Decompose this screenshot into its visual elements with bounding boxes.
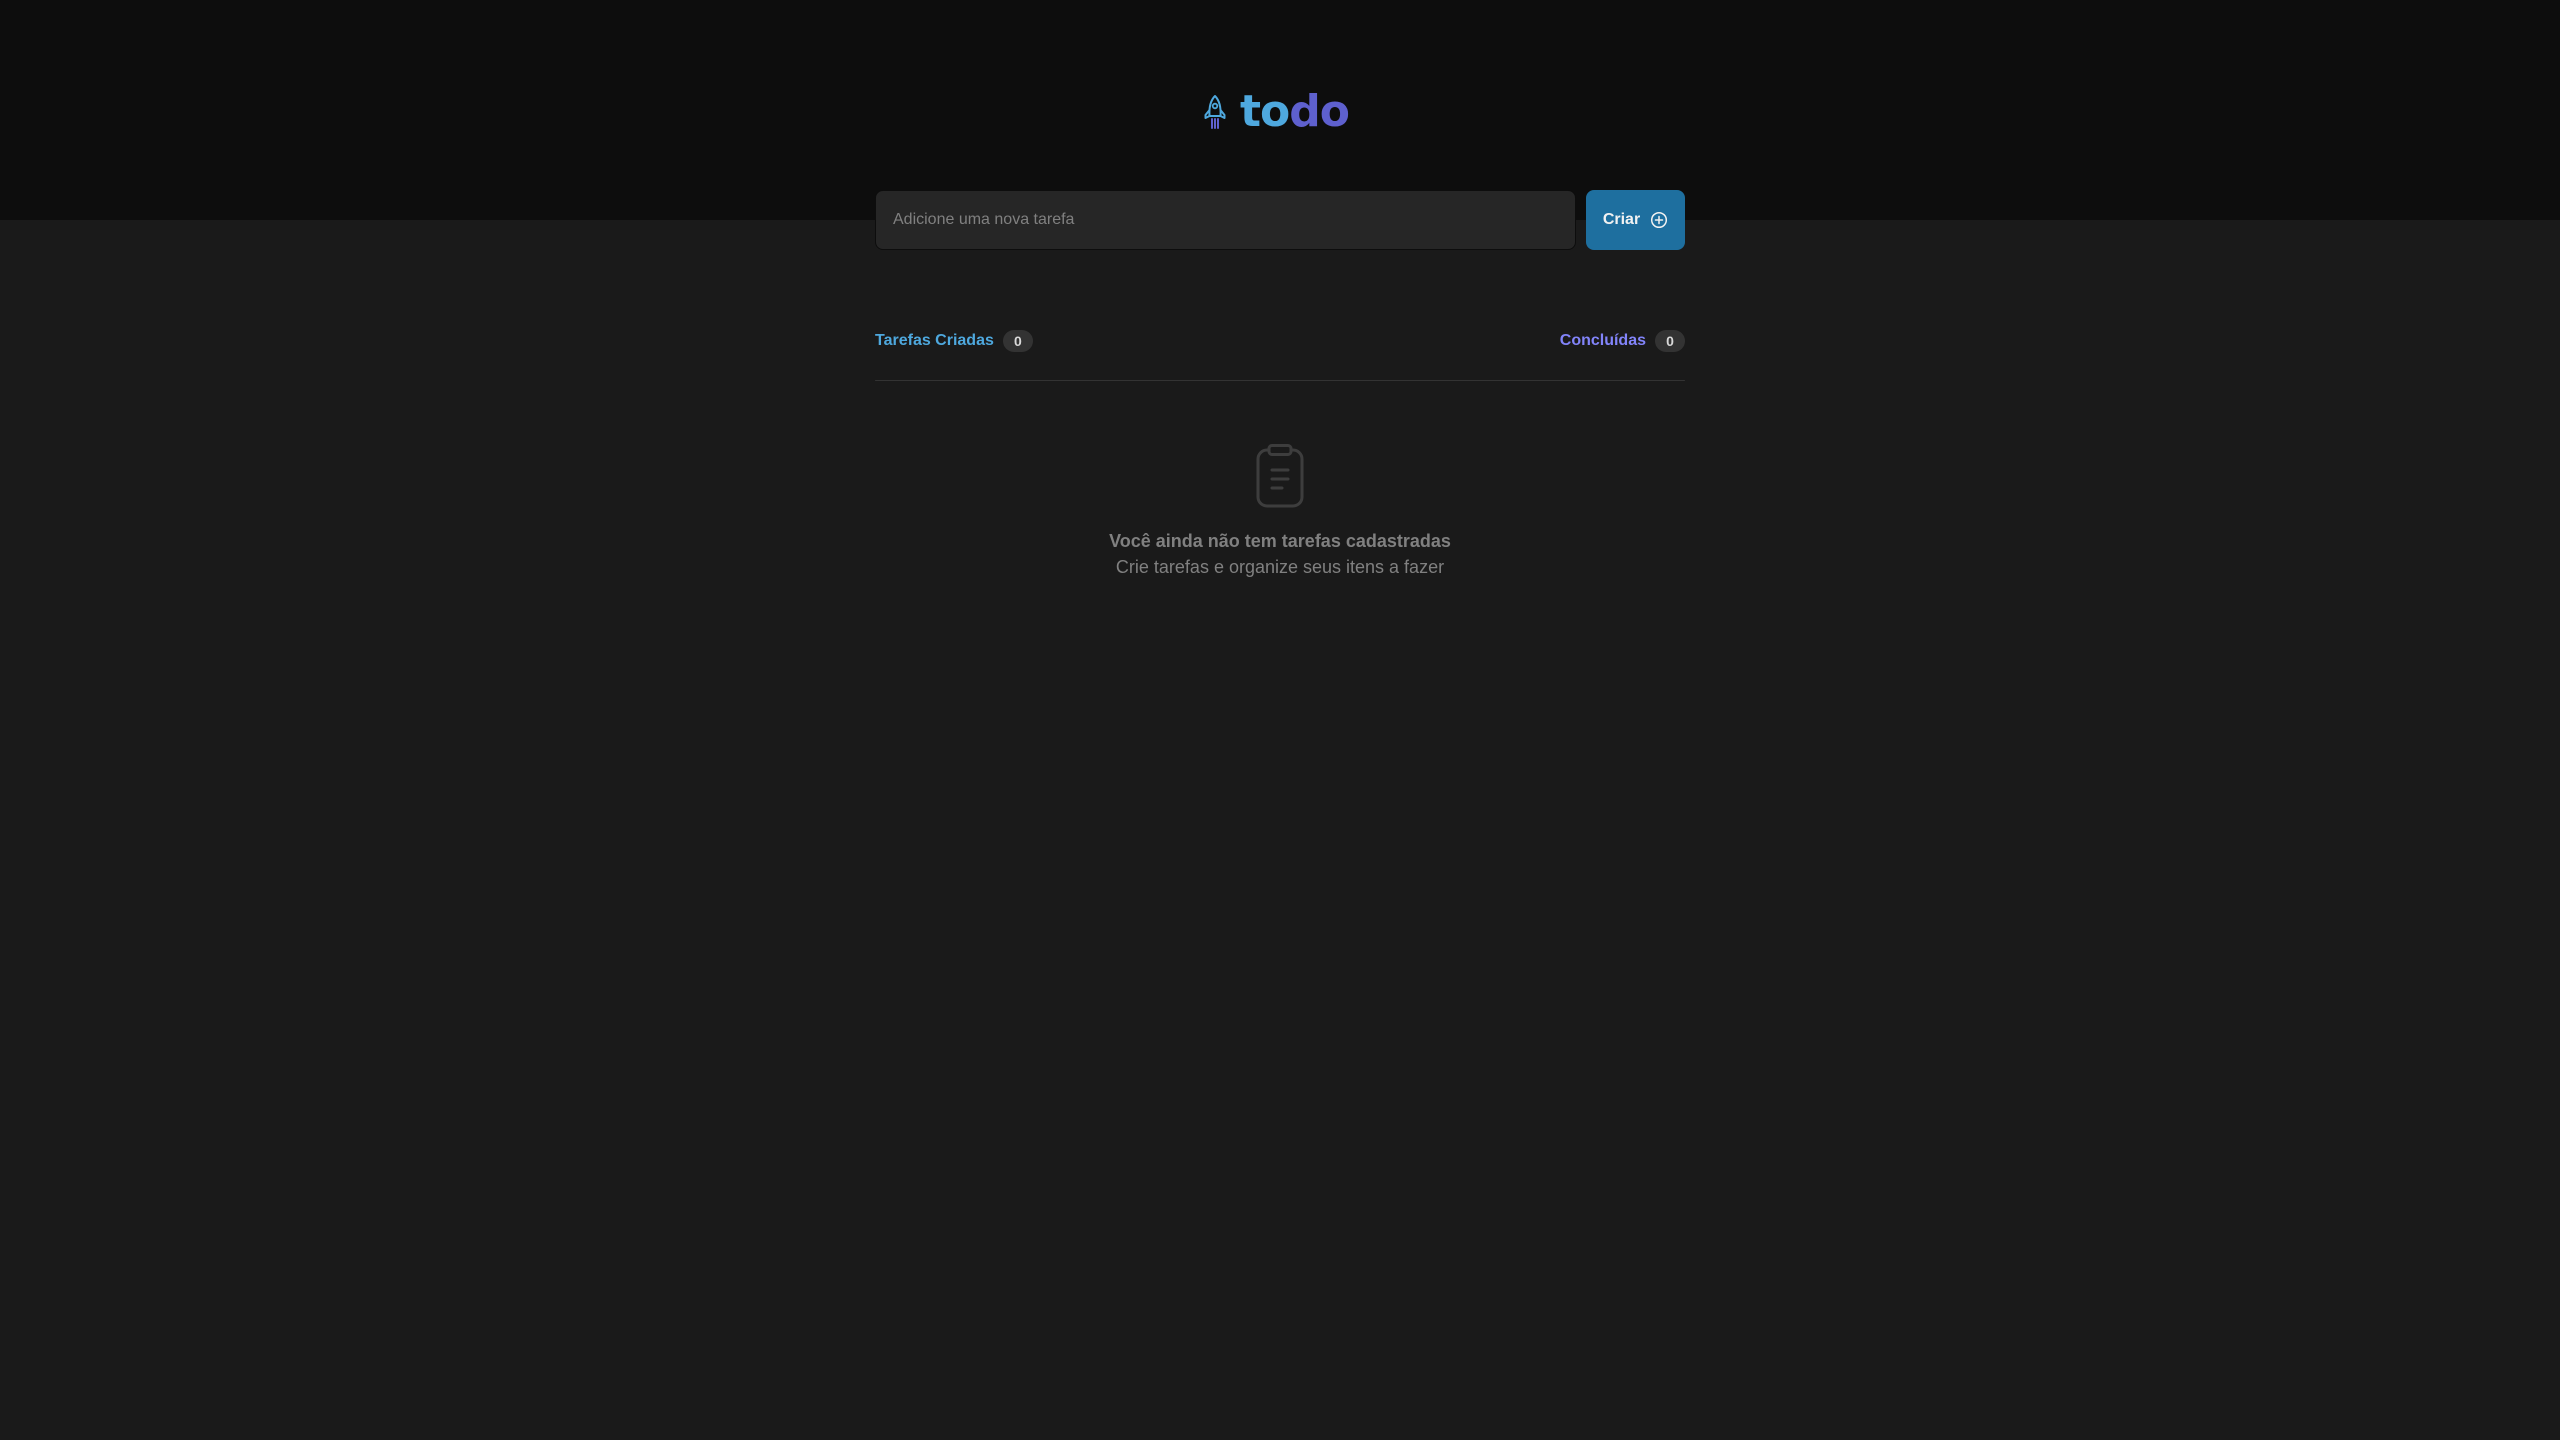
logo-text-do: do xyxy=(1289,86,1350,137)
divider xyxy=(875,380,1685,381)
created-tasks-counter: Tarefas Criadas 0 xyxy=(875,330,1033,352)
clipboard-icon xyxy=(1256,444,1304,508)
new-task-input[interactable] xyxy=(875,190,1576,250)
task-counters: Tarefas Criadas 0 Concluídas 0 xyxy=(875,330,1685,352)
new-task-form: Criar xyxy=(875,190,1685,250)
completed-tasks-counter: Concluídas 0 xyxy=(1560,330,1685,352)
logo: todo xyxy=(1204,84,1350,140)
created-tasks-count: 0 xyxy=(1002,330,1033,352)
logo-text-to: to xyxy=(1240,86,1290,137)
logo-text: todo xyxy=(1240,90,1350,134)
header: todo xyxy=(0,0,2560,220)
empty-state-title: Você ainda não tem tarefas cadastradas xyxy=(1109,531,1451,551)
create-button-label: Criar xyxy=(1602,211,1641,228)
empty-state-subtitle: Crie tarefas e organize seus itens a faz… xyxy=(1115,557,1445,577)
completed-tasks-count: 0 xyxy=(1655,330,1685,352)
plus-circle-icon xyxy=(1651,211,1668,229)
created-tasks-label: Tarefas Criadas xyxy=(875,332,994,349)
completed-tasks-label: Concluídas xyxy=(1559,332,1646,349)
rocket-icon xyxy=(1204,95,1226,129)
create-button[interactable]: Criar xyxy=(1586,190,1685,250)
empty-state: Você ainda não tem tarefas cadastradas C… xyxy=(875,444,1685,580)
